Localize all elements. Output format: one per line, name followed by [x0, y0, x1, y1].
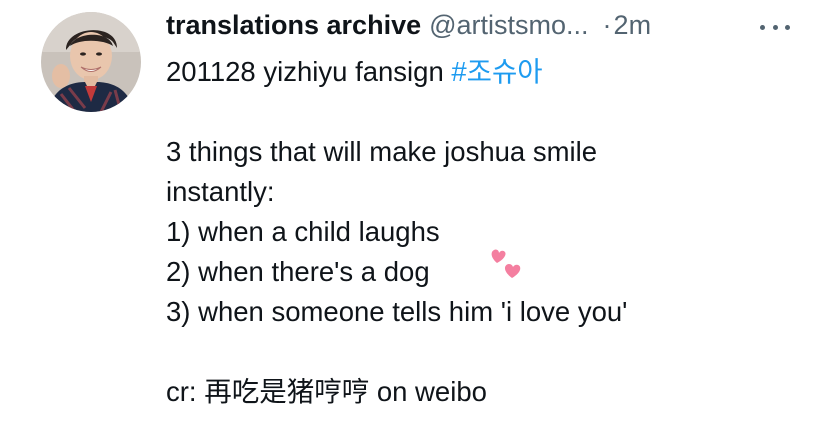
tweet-line: 3 things that will make joshua smile — [166, 136, 598, 167]
credit-line: cr: 再吃是猪哼哼 on weibo — [166, 376, 487, 407]
more-horizontal-icon — [760, 24, 765, 30]
display-name[interactable]: translations archive — [166, 10, 421, 41]
user-handle[interactable]: @artistsmo... — [429, 10, 588, 41]
tweet-header: translations archive @artistsmo... · 2m — [166, 8, 806, 42]
tweet-headline: 201128 yizhiyu fansign — [166, 56, 444, 87]
timestamp[interactable]: 2m — [614, 10, 652, 41]
separator-dot: · — [602, 9, 612, 40]
more-horizontal-icon-dot — [772, 24, 778, 30]
tweet-line: instantly: — [166, 176, 275, 207]
more-horizontal-icon-dot — [785, 24, 790, 30]
two-hearts-icon — [488, 246, 524, 282]
more-options-button[interactable] — [760, 22, 790, 32]
tweet-line: 1) when a child laughs — [166, 216, 440, 247]
profile-photo-icon — [41, 12, 141, 112]
tweet-line: 2) when there's a dog — [166, 256, 430, 287]
avatar[interactable] — [41, 12, 141, 112]
tweet-line: 3) when someone tells him 'i love you' — [166, 296, 628, 327]
tweet-text: 201128 yizhiyu fansign #조슈아 3 things tha… — [166, 52, 806, 412]
tweet-headline-line: 201128 yizhiyu fansign #조슈아 — [166, 52, 806, 92]
hashtag-link[interactable]: #조슈아 — [451, 56, 542, 87]
